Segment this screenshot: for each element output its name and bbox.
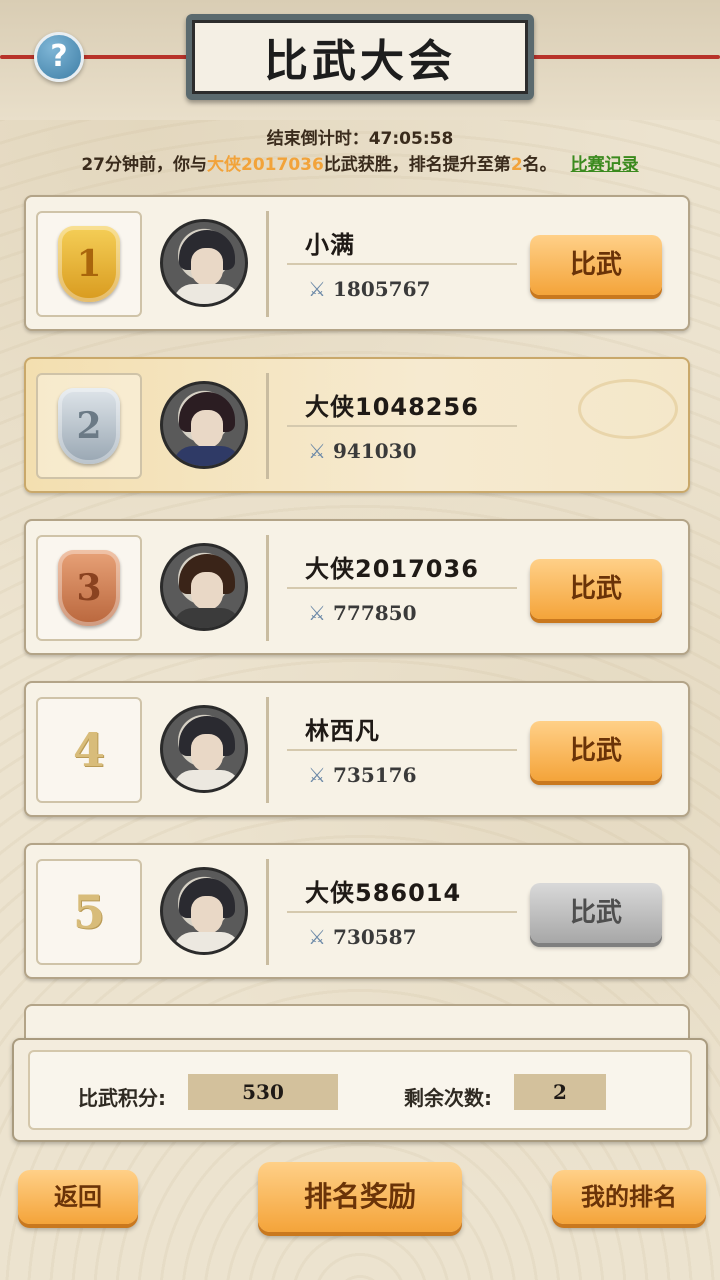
points-label: 比武积分: [78,1086,166,1110]
player-name: 大侠586014 [305,879,462,907]
divider [287,911,517,913]
rank-rewards-button[interactable]: 排名奖励 [258,1162,462,1232]
combat-power: ⚔ 941030 [305,439,417,463]
power-value: 735176 [333,763,417,787]
gold-medal-icon: 1 [58,226,120,302]
divider [287,749,517,751]
news-middle: 比武获胜，排名提升至第 [323,155,511,175]
combat-power: ⚔ 735176 [305,763,417,787]
player-name: 林西凡 [305,717,380,745]
duel-button-disabled[interactable]: 比武 [530,883,662,943]
rank-number: 4 [72,723,105,777]
countdown: 结束倒计时：47:05:58 [0,124,720,149]
news-prefix: 27分钟前，你与 [81,155,207,175]
news-rank: 2 [510,155,523,175]
question-icon: ? [50,39,68,74]
rank-row: 4 林西凡 ⚔ 735176 比武 [24,681,690,817]
cloud-ornament-icon [578,379,678,439]
power-value: 941030 [333,439,417,463]
avatar[interactable] [160,219,248,307]
player-info: 大侠586014 ⚔ 730587 [266,859,517,965]
combat-power: ⚔ 1805767 [305,277,430,301]
divider [287,425,517,427]
page-title: 比武大会 [192,20,528,94]
duel-button[interactable]: 比武 [530,235,662,295]
rank-box: 3 [36,535,142,641]
rank-number: 5 [72,885,105,939]
battle-news: 27分钟前，你与大侠2017036比武获胜，排名提升至第2名。 比赛记录 [0,150,720,175]
rope-left [0,55,190,59]
crossed-swords-icon: ⚔ [308,277,326,301]
avatar[interactable] [160,543,248,631]
player-info: 大侠1048256 ⚔ 941030 [266,373,517,479]
rank-row: 5 大侠586014 ⚔ 730587 比武 [24,843,690,979]
crossed-swords-icon: ⚔ [308,763,326,787]
rank-box: 4 [36,697,142,803]
rank-box: 5 [36,859,142,965]
divider [287,587,517,589]
rank-row: 3 大侠2017036 ⚔ 777850 比武 [24,519,690,655]
news-suffix: 名。 [522,155,557,175]
avatar[interactable] [160,381,248,469]
rank-row: 1 小满 ⚔ 1805767 比武 [24,195,690,331]
bronze-medal-icon: 3 [58,550,120,626]
rope-right [530,55,720,59]
avatar[interactable] [160,705,248,793]
help-button[interactable]: ? [34,32,84,82]
rank-row-self: 2 大侠1048256 ⚔ 941030 [24,357,690,493]
player-info: 林西凡 ⚔ 735176 [266,697,517,803]
countdown-label: 结束倒计时： [266,129,369,149]
my-rank-button[interactable]: 我的排名 [552,1170,706,1224]
combat-power: ⚔ 730587 [305,925,417,949]
player-name: 小满 [305,231,355,259]
rank-box: 1 [36,211,142,317]
avatar[interactable] [160,867,248,955]
points-value: 530 [188,1074,338,1110]
title-plate: 比武大会 [186,14,534,100]
power-value: 1805767 [333,277,431,301]
match-record-link[interactable]: 比赛记录 [571,155,639,175]
combat-power: ⚔ 777850 [305,601,417,625]
player-name: 大侠1048256 [305,393,479,421]
power-value: 777850 [333,601,417,625]
player-name: 大侠2017036 [305,555,479,583]
duel-button[interactable]: 比武 [530,559,662,619]
remaining-label: 剩余次数: [404,1086,492,1110]
rank-box: 2 [36,373,142,479]
score-panel-inner: 比武积分: 530 剩余次数: 2 [28,1050,692,1130]
crossed-swords-icon: ⚔ [308,439,326,463]
crossed-swords-icon: ⚔ [308,601,326,625]
silver-medal-icon: 2 [58,388,120,464]
player-info: 小满 ⚔ 1805767 [266,211,517,317]
crossed-swords-icon: ⚔ [308,925,326,949]
remaining-value: 2 [514,1074,606,1110]
countdown-time: 47:05:58 [368,129,454,149]
player-info: 大侠2017036 ⚔ 777850 [266,535,517,641]
score-panel: 比武积分: 530 剩余次数: 2 [12,1038,708,1142]
back-button[interactable]: 返回 [18,1170,138,1224]
divider [287,263,517,265]
power-value: 730587 [333,925,417,949]
duel-button[interactable]: 比武 [530,721,662,781]
news-opponent: 大侠2017036 [207,155,324,175]
